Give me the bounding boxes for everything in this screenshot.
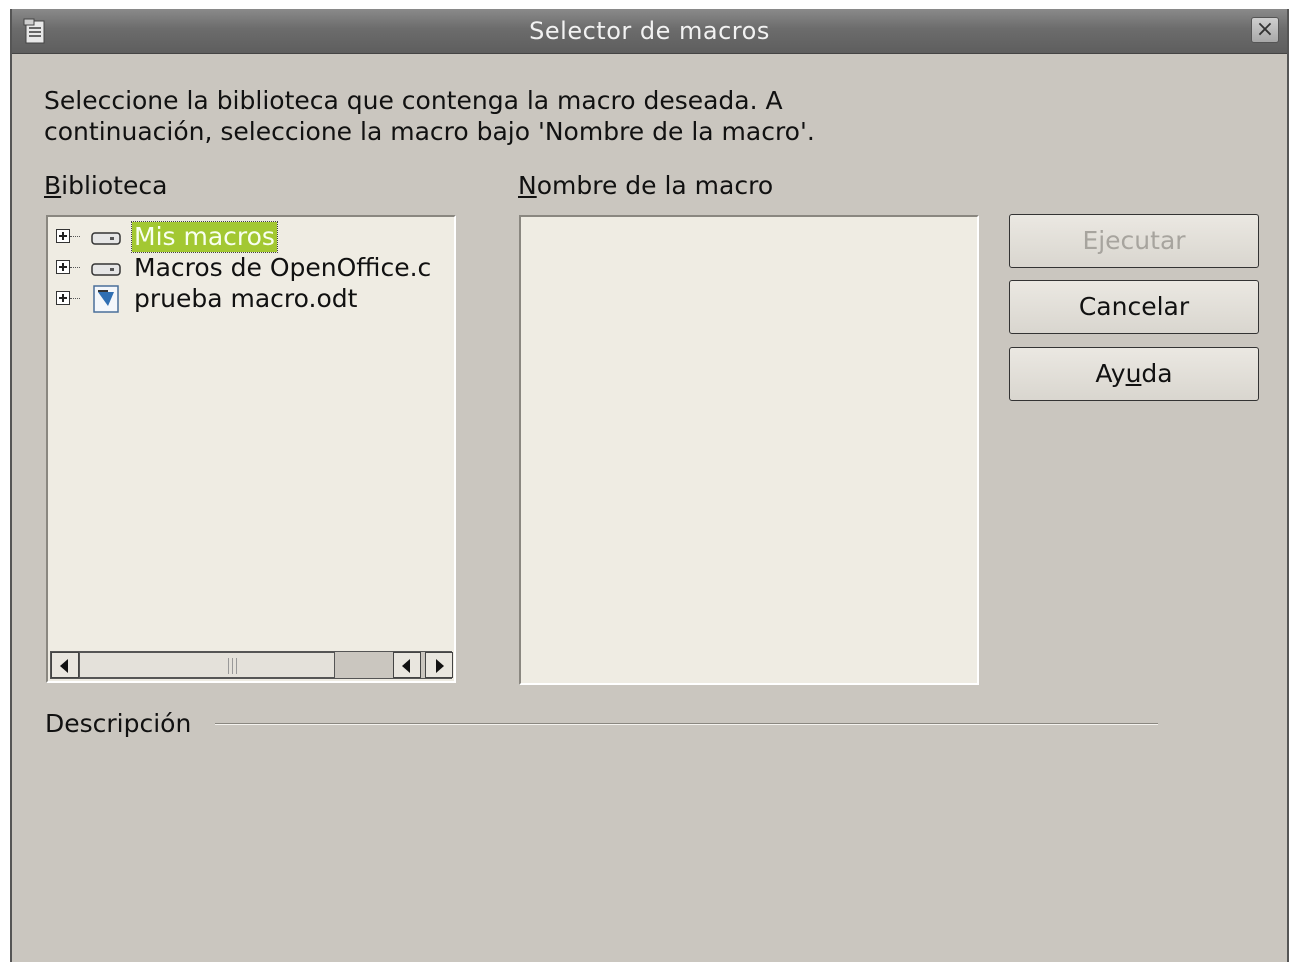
macro-selector-dialog: Selector de macros × Seleccione la bibli…: [10, 9, 1289, 962]
tree-connector: [70, 298, 80, 299]
tree-item-label[interactable]: Mis macros: [131, 221, 278, 253]
instructions-text: Seleccione la biblioteca que contenga la…: [44, 85, 944, 147]
instructions-line-1: Seleccione la biblioteca que contenga la…: [44, 86, 783, 115]
close-button[interactable]: ×: [1251, 17, 1279, 43]
macro-name-label-mnemonic: N: [518, 171, 537, 200]
tree-connector: [70, 267, 80, 268]
grip-icon: [228, 658, 240, 674]
drive-icon: [90, 226, 122, 248]
title-bar[interactable]: Selector de macros ×: [12, 9, 1287, 54]
help-label-mnemonic: u: [1125, 359, 1142, 388]
expand-icon[interactable]: [56, 291, 70, 305]
macro-name-label-rest: ombre de la macro: [536, 171, 774, 200]
scroll-right-icon[interactable]: [425, 652, 453, 678]
drive-icon: [90, 257, 122, 279]
library-tree[interactable]: Mis macros Macros de OpenOffice.c prueba…: [46, 215, 456, 683]
tree-connector: [70, 236, 80, 237]
tree-item-label[interactable]: prueba macro.odt: [132, 284, 359, 314]
tree-item-label[interactable]: Macros de OpenOffice.c: [132, 253, 433, 283]
library-label-mnemonic: B: [44, 171, 62, 200]
library-label-rest: iblioteca: [61, 171, 168, 200]
expand-icon[interactable]: [56, 260, 70, 274]
cancel-button[interactable]: Cancelar: [1009, 280, 1259, 334]
description-separator: [215, 723, 1158, 725]
description-label: Descripción: [45, 709, 192, 738]
help-label-post: da: [1141, 359, 1173, 388]
horizontal-scrollbar[interactable]: [50, 651, 453, 679]
help-button[interactable]: Ayuda: [1009, 347, 1259, 401]
run-button[interactable]: Ejecutar: [1009, 214, 1259, 268]
macro-name-list[interactable]: [519, 215, 979, 685]
scroll-left-icon[interactable]: [51, 652, 79, 678]
instructions-line-2: continuación, seleccione la macro bajo '…: [44, 117, 815, 146]
help-label-pre: Ay: [1095, 359, 1126, 388]
scrollbar-thumb[interactable]: [79, 652, 335, 678]
macro-name-label: Nombre de la macro: [518, 171, 773, 200]
scroll-left-icon[interactable]: [393, 652, 421, 678]
window-title: Selector de macros: [529, 17, 770, 45]
document-icon: [90, 285, 122, 313]
expand-icon[interactable]: [56, 229, 70, 243]
library-label: Biblioteca: [44, 171, 167, 200]
